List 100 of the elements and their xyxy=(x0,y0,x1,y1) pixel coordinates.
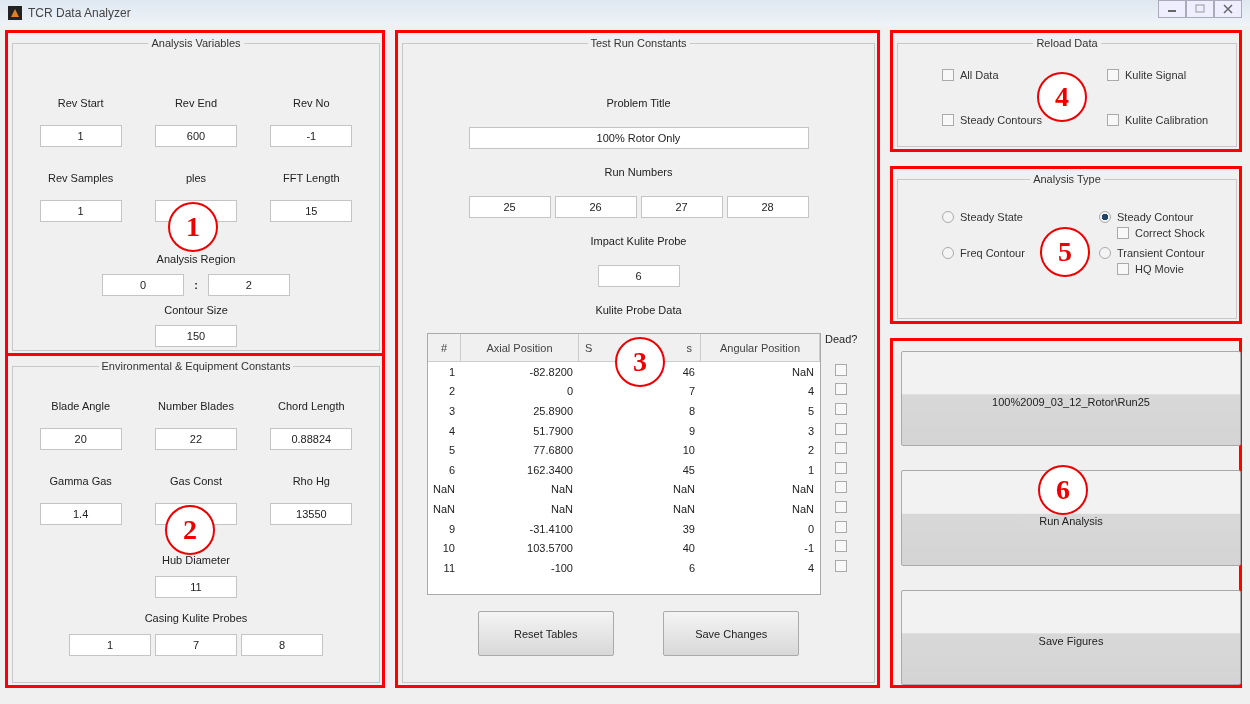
field-label: ples xyxy=(185,172,207,185)
table-cell-text: NaN xyxy=(432,482,456,498)
table-cell-text: 6 xyxy=(447,462,456,478)
panel-title: Test Run Constants xyxy=(589,37,688,49)
table-cell-text: 6 xyxy=(687,560,696,576)
table-cell-text: 39 xyxy=(681,521,696,537)
input-field[interactable]: 1 xyxy=(39,125,122,147)
field-label: Rev Samples xyxy=(47,172,114,185)
table-cell-text: NaN xyxy=(791,482,815,498)
column-header[interactable]: # xyxy=(428,334,461,361)
push-button[interactable]: Save Figures xyxy=(901,589,1241,685)
input-field[interactable]: 0.88824 xyxy=(270,428,353,450)
field-label: Rho Hg xyxy=(292,475,330,488)
table-cell-text: 77.6800 xyxy=(532,443,574,459)
checkbox[interactable] xyxy=(1117,227,1129,239)
input-field[interactable]: 1.4 xyxy=(39,503,122,525)
table-cell-text: 3 xyxy=(447,404,456,419)
range-separator: : xyxy=(194,279,198,291)
field-label: Rev Start xyxy=(57,97,104,110)
radio-button[interactable] xyxy=(942,211,954,223)
radio-label: Steady State xyxy=(960,211,1023,223)
checkbox[interactable] xyxy=(942,114,954,126)
table-title: Kulite Probe Data xyxy=(595,304,682,317)
input-field[interactable]: 22 xyxy=(155,428,237,450)
table-cell-text: NaN xyxy=(550,482,574,498)
field-label: Gamma Gas xyxy=(49,475,112,488)
input-field[interactable]: 20 xyxy=(39,428,122,450)
input-field[interactable]: 150 xyxy=(155,325,237,347)
table-cell-text: 1 xyxy=(447,364,456,380)
field-label: Run Numbers xyxy=(604,166,673,179)
panel-title: Environmental & Equipment Constants xyxy=(100,360,292,372)
input-field[interactable]: 25 xyxy=(468,196,551,218)
input-field[interactable]: -1 xyxy=(270,125,353,147)
checkbox[interactable] xyxy=(835,442,848,455)
checkbox[interactable] xyxy=(835,403,848,415)
table-cell-text: 2 xyxy=(806,443,815,459)
input-field[interactable]: 28 xyxy=(726,196,809,218)
table-cell-text: 9 xyxy=(687,423,696,439)
input-field[interactable]: 13550 xyxy=(270,503,353,525)
field-label: Impact Kulite Probe xyxy=(590,235,687,248)
annotation-number: 5 xyxy=(1040,227,1090,277)
panel-title: Analysis Variables xyxy=(150,37,242,49)
field-label: Rev No xyxy=(293,97,330,110)
push-button[interactable]: Save Changes xyxy=(663,611,800,656)
column-header[interactable]: Axial Position xyxy=(461,334,579,361)
checkbox[interactable] xyxy=(1117,263,1129,275)
input-field[interactable]: 2 xyxy=(207,274,290,296)
maximize-icon xyxy=(1194,4,1206,14)
checkbox[interactable] xyxy=(835,500,848,513)
input-field[interactable]: 8 xyxy=(241,634,323,656)
table-cell-text: 5 xyxy=(806,404,815,419)
radio-label: Transient Contour xyxy=(1117,247,1205,259)
table-cell-text: 0 xyxy=(806,521,815,537)
checkbox[interactable] xyxy=(835,559,848,572)
table-cell-text: 9 xyxy=(447,521,456,537)
table-cell-text: 10 xyxy=(441,541,456,557)
checkbox[interactable] xyxy=(942,69,954,81)
checkbox[interactable] xyxy=(835,461,848,474)
table-cell-text: -31.4100 xyxy=(528,521,574,537)
input-field[interactable]: 26 xyxy=(554,196,637,218)
checkbox[interactable] xyxy=(835,481,848,494)
checkbox[interactable] xyxy=(835,383,848,396)
minimize-button[interactable] xyxy=(1158,0,1186,18)
column-header[interactable]: Angular Position xyxy=(701,334,820,361)
push-button[interactable]: 100%2009_03_12_Rotor\Run25 xyxy=(901,351,1241,447)
radio-label: Steady Contour xyxy=(1117,211,1194,223)
input-field[interactable]: 7 xyxy=(155,634,237,656)
table-cell-text: NaN xyxy=(432,501,456,517)
table-cell-text: NaN xyxy=(550,501,574,517)
input-field[interactable]: 1 xyxy=(39,200,122,222)
input-field[interactable]: 11 xyxy=(155,576,237,598)
checkbox[interactable] xyxy=(1107,114,1119,126)
table-cell-text: -82.8200 xyxy=(528,364,574,380)
close-button[interactable] xyxy=(1214,0,1242,18)
field-label: Analysis Region xyxy=(156,253,236,266)
radio-button[interactable] xyxy=(1099,247,1111,259)
app-icon xyxy=(8,6,22,20)
table-cell-text: NaN xyxy=(791,364,815,380)
table-cell-text: 4 xyxy=(806,384,815,400)
checkbox[interactable] xyxy=(835,540,848,553)
table-cell-text: 5 xyxy=(447,443,456,459)
field-label: Casing Kulite Probes xyxy=(144,612,248,625)
input-field[interactable]: 15 xyxy=(270,200,353,222)
input-field[interactable]: 1 xyxy=(69,634,151,656)
radio-button[interactable] xyxy=(942,247,954,259)
push-button[interactable]: Reset Tables xyxy=(477,611,614,656)
table-cell-text: 25.8900 xyxy=(532,404,574,419)
radio-button[interactable] xyxy=(1099,211,1111,223)
table-cell-text: 8 xyxy=(687,404,696,419)
table-cell-text: -100 xyxy=(549,560,574,576)
checkbox[interactable] xyxy=(835,520,848,533)
table-cell-text: 1 xyxy=(806,462,815,478)
checkbox[interactable] xyxy=(835,363,848,376)
checkbox[interactable] xyxy=(835,422,848,435)
input-field[interactable]: 6 xyxy=(597,265,680,287)
input-field[interactable]: 100% Rotor Only xyxy=(468,127,809,149)
checkbox[interactable] xyxy=(1107,69,1119,81)
input-field[interactable]: 0 xyxy=(102,274,185,296)
input-field[interactable]: 27 xyxy=(640,196,723,218)
input-field[interactable]: 600 xyxy=(155,125,237,147)
